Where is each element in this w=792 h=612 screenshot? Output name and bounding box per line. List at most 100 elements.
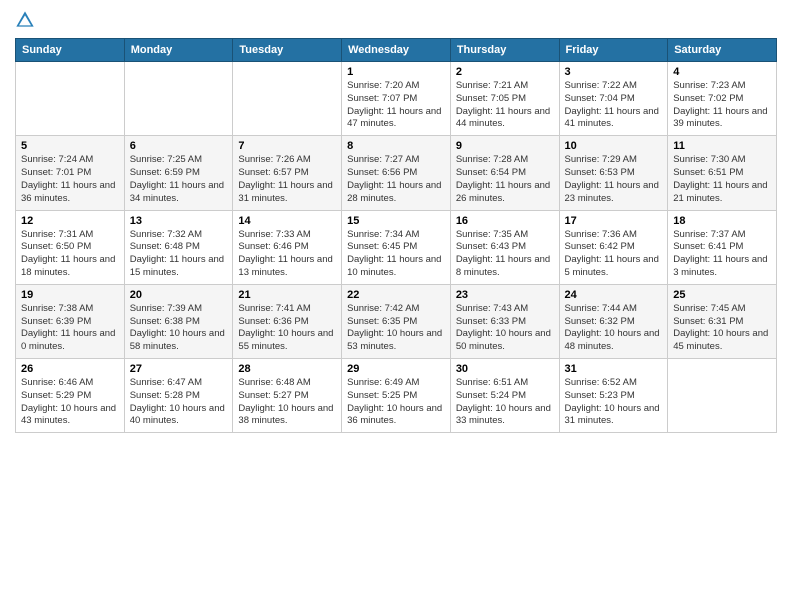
header [15,10,777,30]
week-row-1: 5 Sunrise: 7:24 AM Sunset: 7:01 PM Daylig… [16,136,777,210]
day-info: Sunrise: 7:33 AM Sunset: 6:46 PM Dayligh… [238,229,336,280]
day-info: Sunrise: 7:24 AM Sunset: 7:01 PM Dayligh… [21,154,119,205]
day-number: 1 [347,66,445,78]
day-cell: 21Sunrise: 7:41 AM Sunset: 6:36 PM Dayli… [233,284,342,358]
day-number: 11 [673,140,771,152]
day-cell: 28Sunrise: 6:48 AM Sunset: 5:27 PM Dayli… [233,359,342,433]
day-info: Sunrise: 7:34 AM Sunset: 6:45 PM Dayligh… [347,229,445,280]
day-info: Sunrise: 7:26 AM Sunset: 6:57 PM Dayligh… [238,154,336,205]
week-row-3: 19Sunrise: 7:38 AM Sunset: 6:39 PM Dayli… [16,284,777,358]
day-info: Sunrise: 6:47 AM Sunset: 5:28 PM Dayligh… [130,377,228,428]
day-cell: 27 Sunrise: 6:47 AM Sunset: 5:28 PM Dayli… [124,359,233,433]
day-number: 26 [21,363,119,375]
day-number: 8 [347,140,445,152]
day-cell [124,62,233,136]
header-sunday: Sunday [16,39,125,62]
header-wednesday: Wednesday [342,39,451,62]
day-cell: 7 Sunrise: 7:26 AM Sunset: 6:57 PM Daylig… [233,136,342,210]
day-cell: 26 Sunrise: 6:46 AM Sunset: 5:29 PM Dayli… [16,359,125,433]
logo-icon [15,10,35,30]
day-number: 6 [130,140,228,152]
day-cell: 17Sunrise: 7:36 AM Sunset: 6:42 PM Dayli… [559,210,668,284]
day-info: Sunrise: 7:29 AM Sunset: 6:53 PM Dayligh… [565,154,663,205]
day-info: Sunrise: 7:37 AM Sunset: 6:41 PM Dayligh… [673,229,771,280]
day-number: 20 [130,289,228,301]
day-info: Sunrise: 7:32 AM Sunset: 6:48 PM Dayligh… [130,229,228,280]
day-cell: 30 Sunrise: 6:51 AM Sunset: 5:24 PM Dayli… [450,359,559,433]
day-number: 27 [130,363,228,375]
day-number: 5 [21,140,119,152]
day-info: Sunrise: 7:43 AM Sunset: 6:33 PM Dayligh… [456,303,554,354]
calendar: Sunday Monday Tuesday Wednesday Thursday… [15,38,777,433]
day-number: 10 [565,140,663,152]
day-number: 13 [130,215,228,227]
day-cell [668,359,777,433]
day-info: Sunrise: 7:27 AM Sunset: 6:56 PM Dayligh… [347,154,445,205]
day-number: 18 [673,215,771,227]
day-info: Sunrise: 7:23 AM Sunset: 7:02 PM Dayligh… [673,80,771,131]
day-cell: 1 Sunrise: 7:20 AM Sunset: 7:07 PM Daylig… [342,62,451,136]
day-cell [233,62,342,136]
day-number: 17 [565,215,663,227]
day-cell: 4Sunrise: 7:23 AM Sunset: 7:02 PM Daylig… [668,62,777,136]
day-info: Sunrise: 6:46 AM Sunset: 5:29 PM Dayligh… [21,377,119,428]
day-number: 29 [347,363,445,375]
day-cell: 22 Sunrise: 7:42 AM Sunset: 6:35 PM Dayli… [342,284,451,358]
day-info: Sunrise: 7:41 AM Sunset: 6:36 PM Dayligh… [238,303,336,354]
day-cell: 11 Sunrise: 7:30 AM Sunset: 6:51 PM Dayli… [668,136,777,210]
day-cell: 31 Sunrise: 6:52 AM Sunset: 5:23 PM Dayli… [559,359,668,433]
day-cell: 13 Sunrise: 7:32 AM Sunset: 6:48 PM Dayli… [124,210,233,284]
day-info: Sunrise: 7:45 AM Sunset: 6:31 PM Dayligh… [673,303,771,354]
day-cell: 18 Sunrise: 7:37 AM Sunset: 6:41 PM Dayli… [668,210,777,284]
day-cell: 5 Sunrise: 7:24 AM Sunset: 7:01 PM Daylig… [16,136,125,210]
day-number: 15 [347,215,445,227]
day-info: Sunrise: 6:48 AM Sunset: 5:27 PM Dayligh… [238,377,336,428]
day-number: 14 [238,215,336,227]
day-info: Sunrise: 7:39 AM Sunset: 6:38 PM Dayligh… [130,303,228,354]
day-info: Sunrise: 7:20 AM Sunset: 7:07 PM Dayligh… [347,80,445,131]
day-cell: 14 Sunrise: 7:33 AM Sunset: 6:46 PM Dayli… [233,210,342,284]
day-number: 24 [565,289,663,301]
day-info: Sunrise: 7:21 AM Sunset: 7:05 PM Dayligh… [456,80,554,131]
day-number: 31 [565,363,663,375]
day-cell [16,62,125,136]
day-cell: 8 Sunrise: 7:27 AM Sunset: 6:56 PM Daylig… [342,136,451,210]
week-row-2: 12 Sunrise: 7:31 AM Sunset: 6:50 PM Dayli… [16,210,777,284]
day-info: Sunrise: 6:51 AM Sunset: 5:24 PM Dayligh… [456,377,554,428]
day-cell: 16 Sunrise: 7:35 AM Sunset: 6:43 PM Dayli… [450,210,559,284]
day-number: 7 [238,140,336,152]
day-number: 16 [456,215,554,227]
header-monday: Monday [124,39,233,62]
header-saturday: Saturday [668,39,777,62]
day-cell: 29 Sunrise: 6:49 AM Sunset: 5:25 PM Dayli… [342,359,451,433]
header-tuesday: Tuesday [233,39,342,62]
day-cell: 24Sunrise: 7:44 AM Sunset: 6:32 PM Dayli… [559,284,668,358]
day-number: 23 [456,289,554,301]
day-info: Sunrise: 7:42 AM Sunset: 6:35 PM Dayligh… [347,303,445,354]
day-info: Sunrise: 7:35 AM Sunset: 6:43 PM Dayligh… [456,229,554,280]
day-info: Sunrise: 7:38 AM Sunset: 6:39 PM Dayligh… [21,303,119,354]
day-number: 25 [673,289,771,301]
day-cell: 19Sunrise: 7:38 AM Sunset: 6:39 PM Dayli… [16,284,125,358]
day-info: Sunrise: 7:30 AM Sunset: 6:51 PM Dayligh… [673,154,771,205]
day-number: 30 [456,363,554,375]
day-info: Sunrise: 7:31 AM Sunset: 6:50 PM Dayligh… [21,229,119,280]
day-cell: 20 Sunrise: 7:39 AM Sunset: 6:38 PM Dayli… [124,284,233,358]
day-cell: 10 Sunrise: 7:29 AM Sunset: 6:53 PM Dayli… [559,136,668,210]
day-cell: 2 Sunrise: 7:21 AM Sunset: 7:05 PM Daylig… [450,62,559,136]
day-info: Sunrise: 7:28 AM Sunset: 6:54 PM Dayligh… [456,154,554,205]
day-number: 3 [565,66,663,78]
day-cell: 23 Sunrise: 7:43 AM Sunset: 6:33 PM Dayli… [450,284,559,358]
day-number: 22 [347,289,445,301]
day-number: 2 [456,66,554,78]
day-info: Sunrise: 6:52 AM Sunset: 5:23 PM Dayligh… [565,377,663,428]
page: Sunday Monday Tuesday Wednesday Thursday… [0,0,792,612]
day-cell: 25 Sunrise: 7:45 AM Sunset: 6:31 PM Dayli… [668,284,777,358]
header-friday: Friday [559,39,668,62]
header-thursday: Thursday [450,39,559,62]
logo [15,10,39,30]
day-info: Sunrise: 7:22 AM Sunset: 7:04 PM Dayligh… [565,80,663,131]
day-number: 12 [21,215,119,227]
day-cell: 15 Sunrise: 7:34 AM Sunset: 6:45 PM Dayli… [342,210,451,284]
day-info: Sunrise: 6:49 AM Sunset: 5:25 PM Dayligh… [347,377,445,428]
